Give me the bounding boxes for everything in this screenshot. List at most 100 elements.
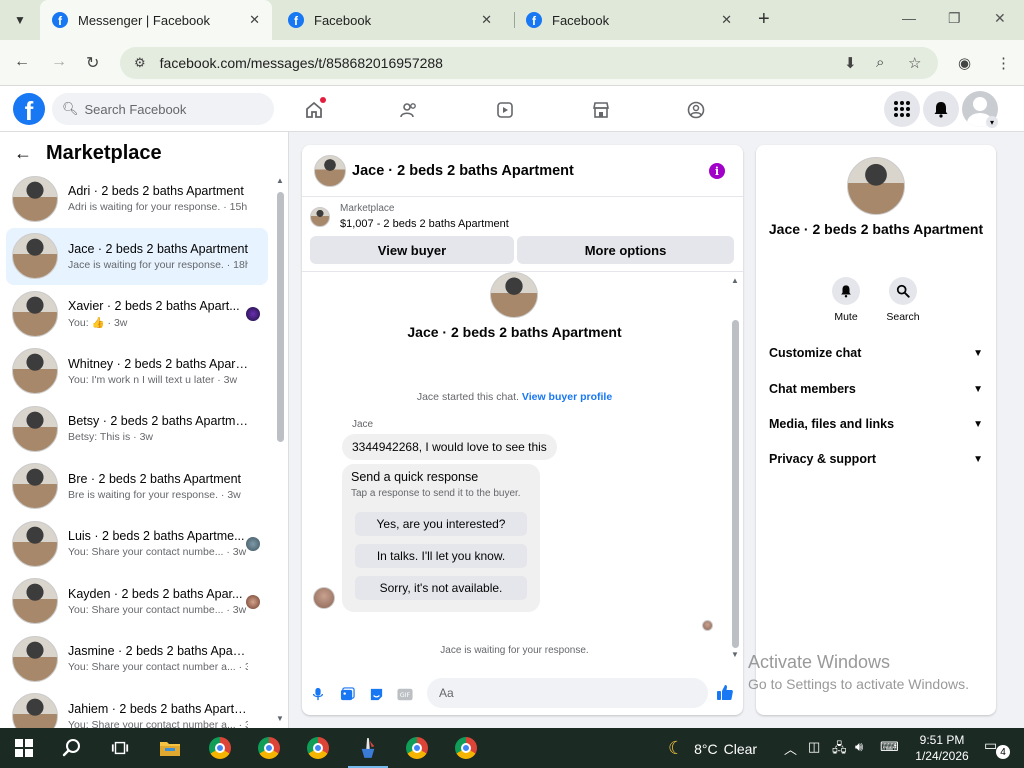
quick-response-not-available-button[interactable]: Sorry, it's not available.	[355, 576, 527, 600]
conversation-item-whitney[interactable]: Whitney · 2 beds 2 baths Apart... You: I'…	[6, 343, 268, 401]
friends-icon[interactable]	[397, 98, 421, 122]
listing-summary[interactable]: Marketplace $1,007 - 2 beds 2 baths Apar…	[310, 203, 509, 230]
scroll-down-icon[interactable]: ▼	[731, 650, 739, 659]
search-icon[interactable]	[889, 277, 917, 305]
microphone-icon[interactable]	[309, 685, 327, 703]
scroll-up-icon[interactable]: ▲	[731, 276, 739, 285]
sidebar-scrollbar-thumb[interactable]	[277, 192, 284, 442]
message-input-box[interactable]: ☺	[427, 678, 708, 708]
zoom-icon[interactable]: ⌕	[876, 54, 884, 71]
quick-response-in-talks-button[interactable]: In talks. I'll let you know.	[355, 544, 527, 568]
section-label: Media, files and links	[769, 417, 895, 431]
menu-grid-icon[interactable]	[884, 91, 920, 127]
home-icon[interactable]	[302, 97, 326, 122]
facebook-search-input[interactable]	[84, 101, 265, 117]
active-app-icon[interactable]	[348, 734, 388, 768]
volume-icon[interactable]: 🔊︎	[855, 739, 863, 755]
media-files-links-section[interactable]: Media, files and links ▼	[756, 409, 996, 439]
network-icon[interactable]: 🖧︎	[832, 739, 847, 761]
reload-icon[interactable]: ↻	[86, 53, 99, 73]
site-info-icon[interactable]: ⚙	[134, 55, 146, 71]
scroll-down-icon[interactable]: ▼	[276, 714, 284, 723]
conversation-item-betsy[interactable]: Betsy · 2 beds 2 baths Apartment Betsy: T…	[6, 400, 268, 458]
chat-started-notice: Jace started this chat. View buyer profi…	[302, 391, 727, 403]
account-chevron-down-icon[interactable]: ▾	[986, 116, 998, 128]
minimize-icon[interactable]: —	[902, 10, 916, 26]
task-view-icon[interactable]	[106, 734, 134, 762]
window-close-icon[interactable]: ✕	[994, 10, 1006, 27]
chat-header-title[interactable]: Jace · 2 beds 2 baths Apartment	[352, 163, 574, 179]
view-buyer-profile-link[interactable]: View buyer profile	[522, 391, 612, 403]
conversation-item-kayden[interactable]: Kayden · 2 beds 2 baths Apar... You: Shar…	[6, 573, 268, 631]
chrome-profile-5-icon[interactable]	[452, 734, 480, 762]
conversation-item-luis[interactable]: Luis · 2 beds 2 baths Apartme... You: Sha…	[6, 515, 268, 573]
gaming-icon[interactable]	[684, 98, 708, 122]
chat-header-thumbnail[interactable]	[314, 154, 346, 187]
chrome-profile-1-icon[interactable]	[206, 734, 234, 762]
browser-tab-facebook-1[interactable]: f Facebook ✕	[276, 0, 504, 40]
marketplace-icon[interactable]	[589, 98, 613, 122]
privacy-support-section[interactable]: Privacy & support ▼	[756, 444, 996, 474]
conversation-item-jace[interactable]: Jace · 2 beds 2 baths Apartment Jace is w…	[6, 227, 268, 285]
weather-widget[interactable]: ☾ 8°C Clear	[668, 738, 757, 759]
conversation-title: Kayden · 2 beds 2 baths Apar...	[68, 586, 243, 601]
show-hidden-icons-chevron-up-icon[interactable]: ︿	[784, 739, 797, 758]
more-options-button[interactable]: More options	[517, 236, 734, 264]
photo-icon[interactable]	[338, 685, 356, 703]
quick-response-interested-button[interactable]: Yes, are you interested?	[355, 512, 527, 536]
tab-search-chevron-icon[interactable]: ▼	[8, 8, 32, 32]
facebook-search[interactable]: 🔍︎	[52, 93, 274, 125]
profile-thumbnail[interactable]	[847, 157, 905, 215]
conversation-item-bre[interactable]: Bre · 2 beds 2 baths Apartment Bre is wai…	[6, 458, 268, 516]
address-bar[interactable]: ⚙ facebook.com/messages/t/85868201695728…	[120, 47, 938, 79]
browser-menu-icon[interactable]: ⋮	[996, 54, 1011, 72]
chat-scrollbar-thumb[interactable]	[732, 320, 739, 648]
video-icon[interactable]	[493, 98, 517, 122]
customize-chat-section[interactable]: Customize chat ▼	[756, 338, 996, 368]
view-buyer-button[interactable]: View buyer	[310, 236, 514, 264]
back-arrow-icon[interactable]: ←	[14, 53, 30, 71]
browser-tab-messenger[interactable]: f Messenger | Facebook ✕	[40, 0, 272, 40]
chrome-profile-2-icon[interactable]	[255, 734, 283, 762]
notifications-bell-icon[interactable]	[923, 91, 959, 127]
chat-scrollbar[interactable]: ▲ ▼	[731, 276, 739, 660]
bookmark-star-icon[interactable]: ☆	[908, 54, 921, 72]
scroll-up-icon[interactable]: ▲	[276, 176, 284, 185]
mute-bell-icon[interactable]	[832, 277, 860, 305]
restore-icon[interactable]: ❐	[948, 10, 961, 27]
action-center-icon[interactable]: ▭ 4	[984, 737, 1010, 759]
back-arrow-icon[interactable]: ←	[14, 143, 32, 164]
mute-action[interactable]: Mute	[821, 277, 871, 323]
install-app-icon[interactable]: ⬇	[844, 54, 857, 72]
chrome-profile-3-icon[interactable]	[304, 734, 332, 762]
profile-icon[interactable]: ◉	[958, 54, 971, 72]
taskbar-search-icon[interactable]	[58, 734, 86, 762]
browser-tab-facebook-2[interactable]: f Facebook ✕	[514, 0, 744, 40]
search-action[interactable]: Search	[878, 277, 928, 323]
sidebar-scrollbar[interactable]: ▲ ▼	[276, 176, 284, 728]
message-input[interactable]	[439, 686, 679, 700]
gif-icon[interactable]: GIF	[396, 685, 414, 703]
chat-members-section[interactable]: Chat members ▼	[756, 374, 996, 404]
windows-start-icon[interactable]	[10, 734, 38, 762]
conversation-item-adri[interactable]: Adri · 2 beds 2 baths Apartment Adri is w…	[6, 170, 268, 228]
incoming-message-bubble[interactable]: 3344942268, I would love to see this	[342, 434, 557, 460]
conversation-info-icon[interactable]: i	[709, 163, 725, 179]
sticker-icon[interactable]	[367, 685, 385, 703]
meet-now-icon[interactable]: ◫	[808, 739, 820, 755]
chrome-profile-4-icon[interactable]	[403, 734, 431, 762]
new-tab-plus-icon[interactable]: +	[758, 9, 770, 29]
close-tab-icon[interactable]: ✕	[249, 12, 260, 28]
close-tab-icon[interactable]: ✕	[721, 12, 732, 28]
facebook-logo-icon[interactable]: f	[13, 93, 45, 125]
sender-avatar[interactable]	[313, 587, 335, 609]
conversation-item-jahiem[interactable]: Jahiem · 2 beds 2 baths Apartm... You: Sh…	[6, 688, 268, 728]
thumbs-up-icon[interactable]	[716, 683, 734, 701]
close-tab-icon[interactable]: ✕	[481, 12, 492, 28]
file-explorer-icon[interactable]	[156, 734, 184, 762]
forward-arrow-icon[interactable]: →	[51, 53, 67, 71]
keyboard-icon[interactable]: ⌨	[880, 739, 899, 755]
conversation-item-jasmine[interactable]: Jasmine · 2 beds 2 baths Apart... You: Sh…	[6, 630, 268, 688]
taskbar-clock[interactable]: 9:51 PM 1/24/2026	[912, 732, 972, 764]
conversation-item-xavier[interactable]: Xavier · 2 beds 2 baths Apart... You: 👍 ·…	[6, 285, 268, 343]
